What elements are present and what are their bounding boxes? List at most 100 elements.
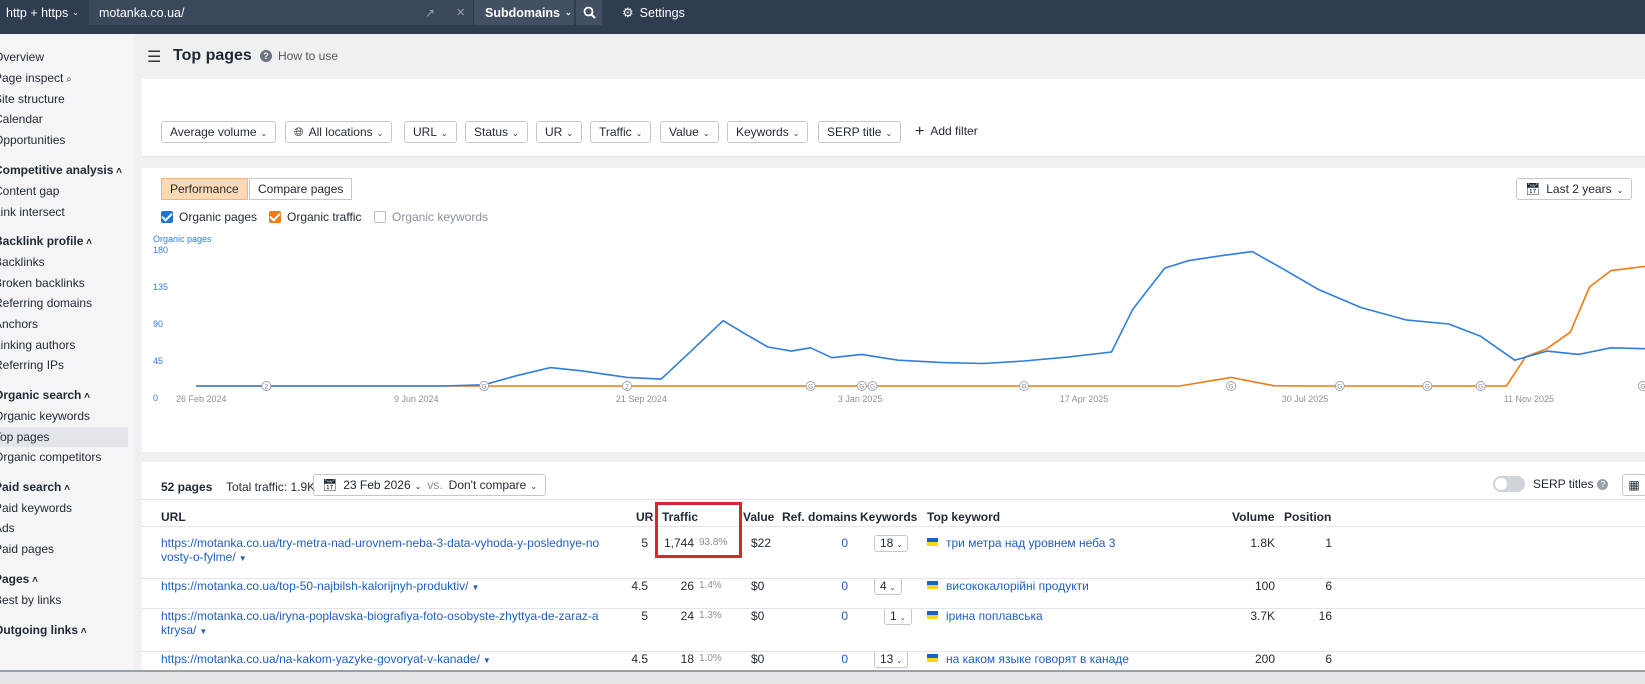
settings-button[interactable]: ⚙ Settings (622, 0, 722, 25)
sidebar-item[interactable]: Competitive analysis ˄ (0, 160, 122, 180)
tab-compare-pages[interactable]: Compare pages (249, 178, 353, 200)
organic-traffic-checkbox[interactable]: Organic traffic (269, 209, 361, 225)
locations-filter[interactable]: 🌐︎ All locations ⌄ (285, 121, 393, 143)
column-header-url[interactable]: URL (161, 510, 186, 524)
annotation-marker[interactable]: G (1226, 381, 1236, 391)
sidebar-item[interactable]: Organic keywords (0, 406, 90, 426)
annotation-marker[interactable]: 2 (622, 381, 633, 391)
annotation-marker[interactable]: G (1019, 381, 1029, 391)
keywords-dropdown[interactable]: 18 ⌄ (874, 535, 909, 552)
organic-keywords-checkbox[interactable]: Organic keywords (374, 209, 488, 225)
keywords-filter[interactable]: Keywords ⌄ (727, 121, 809, 143)
sidebar-item[interactable]: Paid keywords (0, 498, 72, 518)
traffic-filter[interactable]: Traffic ⌄ (590, 121, 652, 143)
annotation-marker[interactable]: G (856, 381, 867, 391)
sidebar-item[interactable]: Organic competitors (0, 447, 101, 467)
annotation-marker[interactable]: G (1422, 381, 1433, 391)
sidebar-item[interactable]: Page inspect ⌕ (0, 68, 72, 88)
sidebar-item[interactable]: Outgoing links ˄ (0, 620, 87, 640)
sidebar-item[interactable]: Link intersect (0, 202, 65, 222)
caret-down-icon[interactable]: ▼ (472, 583, 480, 592)
serp-title-filter[interactable]: SERP title ⌄ (818, 121, 902, 143)
tab-performance[interactable]: Performance (161, 178, 248, 200)
column-header-position[interactable]: Position (1284, 510, 1331, 524)
mode-dropdown[interactable]: Subdomains ⌄ (474, 0, 574, 25)
value-filter[interactable]: Value ⌄ (660, 121, 719, 143)
annotation-marker[interactable]: G (1334, 381, 1345, 391)
top-bar: http + https ⌄ motanka.co.ua/ ↗ × Subdoma… (0, 0, 1645, 34)
ref-domains-link[interactable]: 0 (802, 536, 848, 550)
page-url-link[interactable]: https://motanka.co.ua/na-kakom-yazyke-go… (161, 652, 621, 668)
sidebar-item[interactable]: Content gap (0, 181, 59, 201)
bottom-scrollbar[interactable] (0, 670, 1645, 684)
column-header-ref-domains[interactable]: Ref. domains (782, 510, 857, 524)
sidebar-item[interactable]: Overview (0, 47, 44, 67)
sidebar-item[interactable]: Linking authors (0, 335, 75, 355)
menu-icon[interactable]: ☰ (147, 47, 161, 67)
annotation-marker[interactable]: G (1475, 381, 1486, 391)
toggle-switch[interactable] (1493, 476, 1525, 492)
ref-domains-link[interactable]: 0 (802, 652, 848, 666)
date-compare-dropdown[interactable]: 📅︎ 23 Feb 2026 ⌄ vs. Don't compare ⌄ (313, 474, 547, 496)
page-url-link[interactable]: https://motanka.co.ua/try-metra-nad-urov… (161, 536, 601, 566)
status-filter[interactable]: Status ⌄ (465, 121, 528, 143)
ref-domains-link[interactable]: 0 (802, 609, 848, 623)
plus-icon: + (915, 123, 925, 140)
caret-down-icon[interactable]: ▼ (199, 627, 207, 636)
sidebar-item[interactable]: Site structure (0, 89, 65, 109)
ur-filter[interactable]: UR ⌄ (536, 121, 583, 143)
annotation-marker[interactable]: G (1637, 381, 1645, 391)
globe-icon: 🌐︎ (294, 125, 304, 139)
sidebar-item[interactable]: Ads (0, 518, 15, 538)
sidebar-item[interactable]: Paid pages (0, 539, 54, 559)
top-keyword[interactable]: ірина поплавська (927, 609, 1043, 623)
average-volume-filter[interactable]: Average volume ⌄ (161, 121, 277, 143)
sidebar-item[interactable]: Calendar (0, 109, 43, 129)
sidebar-item[interactable]: Best by links (0, 590, 61, 610)
target-url-field[interactable]: motanka.co.ua/ ↗ × (89, 0, 473, 25)
top-keyword[interactable]: три метра над уровнем неба 3 (927, 536, 1115, 550)
clear-icon[interactable]: × (456, 4, 465, 21)
caret-down-icon[interactable]: ▼ (239, 554, 247, 563)
sidebar-item[interactable]: Top pages (0, 427, 128, 447)
columns-button[interactable]: ▦ (1622, 474, 1645, 496)
column-header-ur[interactable]: UR (636, 510, 653, 524)
organic-pages-checkbox[interactable]: Organic pages (161, 209, 257, 225)
page-url-link[interactable]: https://motanka.co.ua/iryna-poplavska-bi… (161, 609, 601, 639)
top-keyword[interactable]: на каком языке говорят в канаде (927, 652, 1129, 666)
protocol-dropdown[interactable]: http + https ⌄ (0, 0, 87, 25)
keywords-dropdown[interactable]: 4 ⌄ (874, 578, 902, 595)
keywords-dropdown[interactable]: 1 ⌄ (884, 608, 912, 625)
serp-titles-toggle[interactable]: SERP titles? (1493, 476, 1609, 492)
date-range-dropdown[interactable]: 📅︎ Last 2 years ⌄ (1516, 178, 1633, 200)
top-keyword[interactable]: висококалорійні продукти (927, 579, 1089, 593)
ref-domains-link[interactable]: 0 (802, 579, 848, 593)
annotation-marker[interactable]: G (479, 381, 490, 391)
page-url-link[interactable]: https://motanka.co.ua/top-50-najbilsh-ka… (161, 579, 621, 595)
sidebar-item[interactable]: Backlinks (0, 252, 45, 272)
column-header-top-keyword[interactable]: Top keyword (927, 510, 1000, 524)
sidebar-item[interactable]: Anchors (0, 314, 38, 334)
keywords-dropdown[interactable]: 13 ⌄ (874, 651, 909, 668)
sidebar-item[interactable]: Referring IPs (0, 355, 64, 375)
how-to-use-link[interactable]: ? How to use (260, 49, 338, 63)
sidebar-item[interactable]: Referring domains (0, 293, 92, 313)
add-filter-button[interactable]: + Add filter (915, 121, 978, 143)
url-filter[interactable]: URL ⌄ (404, 121, 457, 143)
caret-down-icon[interactable]: ▼ (483, 656, 491, 665)
sidebar-item[interactable]: Organic search ˄ (0, 385, 90, 405)
column-header-keywords[interactable]: Keywords (860, 510, 917, 524)
column-header-volume[interactable]: Volume (1232, 510, 1274, 524)
sidebar-item[interactable]: Backlink profile ˄ (0, 231, 92, 251)
column-header-value[interactable]: Value (743, 510, 774, 524)
sidebar-item[interactable]: Pages ˄ (0, 569, 38, 589)
external-link-icon[interactable]: ↗ (425, 6, 435, 20)
annotation-marker[interactable]: 2 (261, 381, 272, 391)
search-button[interactable] (576, 0, 602, 25)
sidebar-item[interactable]: Broken backlinks (0, 273, 85, 293)
annotation-marker[interactable]: G (805, 381, 816, 391)
annotation-marker[interactable]: G (867, 381, 878, 391)
sidebar-item[interactable]: Paid search ˄ (0, 477, 70, 497)
sidebar-item[interactable]: Opportunities (0, 130, 65, 150)
traffic-share: 1.3% (699, 610, 722, 621)
